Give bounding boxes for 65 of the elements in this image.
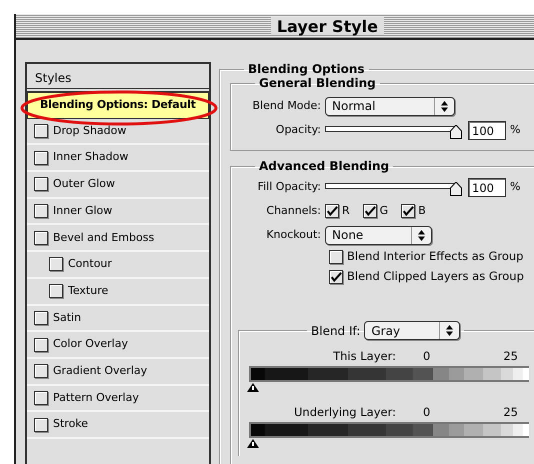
channel-label: B bbox=[418, 202, 426, 219]
group-title: Advanced Blending bbox=[258, 159, 390, 173]
option-label: Blend Interior Effects as Group bbox=[347, 248, 524, 266]
range-value: 0 bbox=[423, 404, 430, 422]
checkbox[interactable] bbox=[401, 204, 416, 218]
slider-thumb[interactable] bbox=[247, 383, 259, 392]
window-title: Layer Style bbox=[270, 17, 384, 35]
range-value: 25 bbox=[503, 348, 518, 366]
checkbox[interactable] bbox=[329, 270, 343, 284]
stepper-icon bbox=[418, 230, 425, 240]
style-list-item[interactable]: Inner Glow bbox=[53, 202, 112, 220]
dropdown[interactable]: Normal bbox=[325, 96, 455, 116]
style-list-item[interactable]: Outer Glow bbox=[53, 176, 116, 193]
field-label: Opacity: bbox=[274, 122, 321, 138]
slider-thumb[interactable] bbox=[450, 125, 462, 139]
checkbox[interactable] bbox=[34, 364, 48, 378]
dropdown[interactable]: None bbox=[325, 226, 432, 244]
checkbox[interactable] bbox=[34, 338, 48, 352]
channel-label: R bbox=[342, 202, 350, 219]
style-list-item[interactable]: Stroke bbox=[53, 416, 88, 433]
number-field[interactable]: 100 bbox=[468, 120, 506, 140]
style-list-item[interactable]: Inner Shadow bbox=[53, 149, 128, 166]
slider-label: This Layer: bbox=[332, 348, 396, 366]
style-list-item[interactable]: Color Overlay bbox=[53, 336, 128, 353]
checkbox[interactable] bbox=[329, 250, 343, 264]
range-value: 25 bbox=[503, 404, 518, 422]
style-list-item[interactable]: Bevel and Emboss bbox=[53, 230, 154, 246]
slider-thumb[interactable] bbox=[247, 439, 259, 448]
field-label: Fill Opacity: bbox=[256, 178, 321, 195]
style-list-item[interactable]: Contour bbox=[68, 256, 112, 273]
percent-label: % bbox=[510, 122, 520, 138]
checkbox[interactable] bbox=[34, 177, 48, 192]
percent-label: % bbox=[510, 178, 520, 195]
field-label: Blend Mode: bbox=[252, 98, 321, 114]
slider-thumb[interactable] bbox=[450, 182, 462, 196]
stepper-icon bbox=[446, 325, 454, 336]
style-list-item[interactable]: Pattern Overlay bbox=[53, 390, 139, 406]
range-value: 0 bbox=[423, 348, 430, 366]
field-label: Channels: bbox=[265, 202, 321, 219]
checkbox[interactable] bbox=[34, 310, 48, 325]
checkbox[interactable] bbox=[49, 284, 63, 298]
checkbox[interactable] bbox=[34, 418, 48, 432]
channel-label: G bbox=[380, 202, 388, 219]
dropdown[interactable]: Gray bbox=[364, 321, 460, 340]
checkbox[interactable] bbox=[49, 257, 63, 272]
checkbox[interactable] bbox=[34, 390, 48, 405]
style-list-item[interactable]: Gradient Overlay bbox=[53, 362, 148, 380]
group-title: General Blending bbox=[258, 76, 377, 90]
option-label: Blend Clipped Layers as Group bbox=[347, 268, 524, 286]
checkbox[interactable] bbox=[34, 150, 48, 165]
style-list-item[interactable]: Drop Shadow bbox=[53, 122, 126, 140]
checkbox[interactable] bbox=[362, 204, 377, 218]
number-field[interactable]: 100 bbox=[468, 178, 506, 196]
checkbox[interactable] bbox=[34, 124, 48, 138]
style-list-item[interactable]: Satin bbox=[53, 310, 82, 326]
field-label: Knockout: bbox=[265, 226, 321, 243]
slider-label: Underlying Layer: bbox=[293, 404, 396, 422]
stepper-icon bbox=[441, 100, 448, 112]
checkbox[interactable] bbox=[34, 204, 48, 218]
style-list-item[interactable]: Texture bbox=[68, 282, 108, 300]
group-title: Blending Options bbox=[247, 62, 366, 76]
checkbox[interactable] bbox=[325, 204, 339, 218]
field-label: Blend If: bbox=[311, 324, 360, 338]
style-label: Blending Options: Default bbox=[40, 97, 196, 114]
checkbox[interactable] bbox=[34, 230, 48, 245]
